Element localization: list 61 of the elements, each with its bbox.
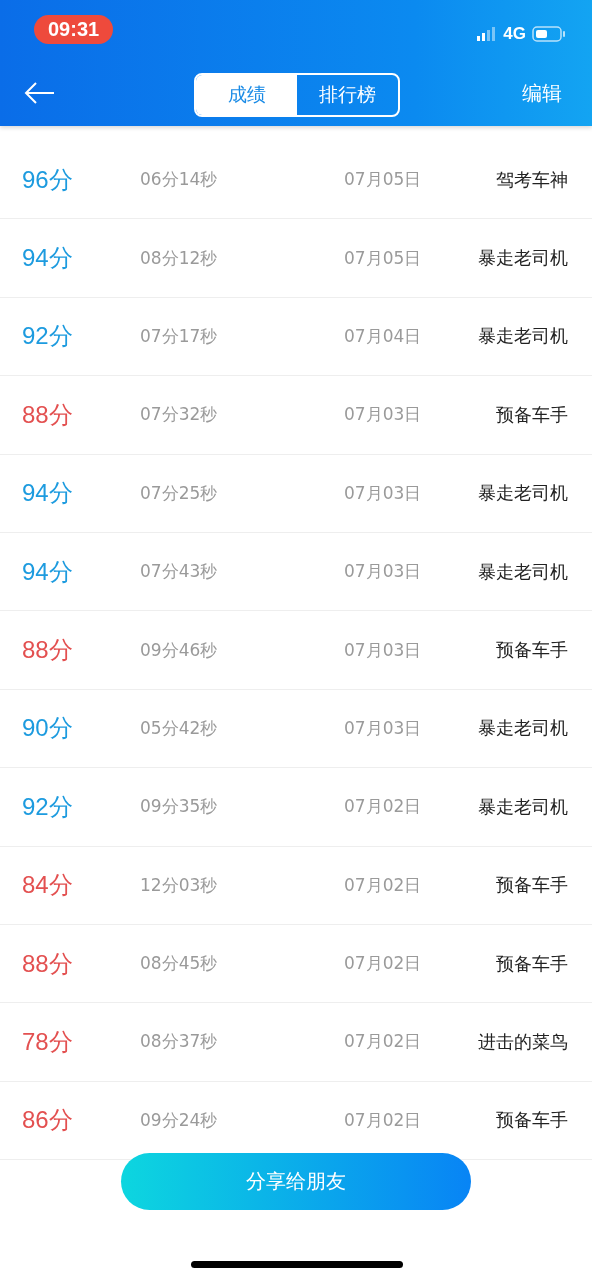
date-text: 07月02日 bbox=[343, 795, 423, 819]
segment-tab[interactable]: 排行榜 bbox=[297, 75, 398, 115]
date-text: 07月02日 bbox=[343, 1030, 423, 1054]
rank-title-text: 驾考车神 bbox=[495, 167, 568, 192]
duration-text: 07分25秒 bbox=[140, 481, 219, 505]
rank-title-text: 暴走老司机 bbox=[477, 246, 568, 271]
rank-title-text: 暴走老司机 bbox=[477, 794, 568, 819]
network-label: 4G bbox=[503, 24, 526, 44]
duration-text: 08分45秒 bbox=[140, 952, 219, 976]
segment-tab[interactable]: 成绩 bbox=[196, 75, 297, 115]
duration-text: 09分24秒 bbox=[140, 1108, 219, 1132]
duration-text: 07分43秒 bbox=[140, 560, 219, 584]
score-text: 92分 bbox=[22, 321, 74, 352]
score-text: 90分 bbox=[22, 713, 74, 744]
share-button[interactable]: 分享给朋友 bbox=[121, 1153, 471, 1210]
duration-text: 12分03秒 bbox=[140, 873, 219, 897]
rank-title-text: 预备车手 bbox=[495, 638, 568, 663]
signal-icon bbox=[477, 27, 498, 41]
score-text: 88分 bbox=[22, 948, 74, 979]
duration-text: 07分17秒 bbox=[140, 324, 219, 348]
duration-text: 08分37秒 bbox=[140, 1030, 219, 1054]
rank-title-text: 暴走老司机 bbox=[477, 559, 568, 584]
date-text: 07月03日 bbox=[343, 481, 423, 505]
date-text: 07月03日 bbox=[343, 716, 423, 740]
rank-title-text: 预备车手 bbox=[495, 951, 568, 976]
date-text: 07月04日 bbox=[343, 324, 423, 348]
score-text: 88分 bbox=[22, 399, 74, 430]
edit-link[interactable]: 编辑 bbox=[522, 79, 562, 107]
score-text: 78分 bbox=[22, 1027, 74, 1057]
score-text: 94分 bbox=[22, 556, 74, 587]
rank-title-text: 预备车手 bbox=[495, 402, 568, 427]
score-text: 94分 bbox=[22, 243, 74, 274]
rank-title-text: 暴走老司机 bbox=[477, 324, 568, 349]
duration-text: 05分42秒 bbox=[140, 716, 219, 740]
duration-text: 06分14秒 bbox=[140, 168, 219, 192]
date-text: 07月03日 bbox=[343, 638, 423, 662]
date-text: 07月02日 bbox=[343, 1108, 423, 1132]
date-text: 07月03日 bbox=[343, 560, 423, 584]
rank-title-text: 预备车手 bbox=[495, 873, 568, 898]
date-text: 07月02日 bbox=[343, 873, 423, 897]
duration-text: 07分32秒 bbox=[140, 403, 219, 427]
duration-text: 09分46秒 bbox=[140, 638, 219, 662]
date-text: 07月05日 bbox=[343, 246, 423, 270]
score-text: 86分 bbox=[22, 1105, 74, 1136]
rank-title-text: 暴走老司机 bbox=[477, 481, 568, 506]
status-time: 09:31 bbox=[34, 14, 114, 44]
score-text: 94分 bbox=[22, 478, 74, 509]
rank-title-text: 暴走老司机 bbox=[477, 716, 568, 741]
score-text: 96分 bbox=[22, 164, 74, 195]
rank-title-text: 进击的菜鸟 bbox=[477, 1030, 568, 1054]
back-arrow-icon[interactable] bbox=[24, 81, 56, 105]
score-text: 88分 bbox=[22, 635, 74, 666]
duration-text: 08分12秒 bbox=[140, 246, 219, 270]
score-text: 92分 bbox=[22, 791, 74, 822]
date-text: 07月02日 bbox=[343, 952, 423, 976]
rank-title-text: 预备车手 bbox=[495, 1108, 568, 1133]
duration-text: 09分35秒 bbox=[140, 795, 219, 819]
date-text: 07月03日 bbox=[343, 403, 423, 427]
battery-icon bbox=[532, 26, 566, 42]
score-text: 84分 bbox=[22, 870, 74, 901]
date-text: 07月05日 bbox=[343, 168, 423, 192]
